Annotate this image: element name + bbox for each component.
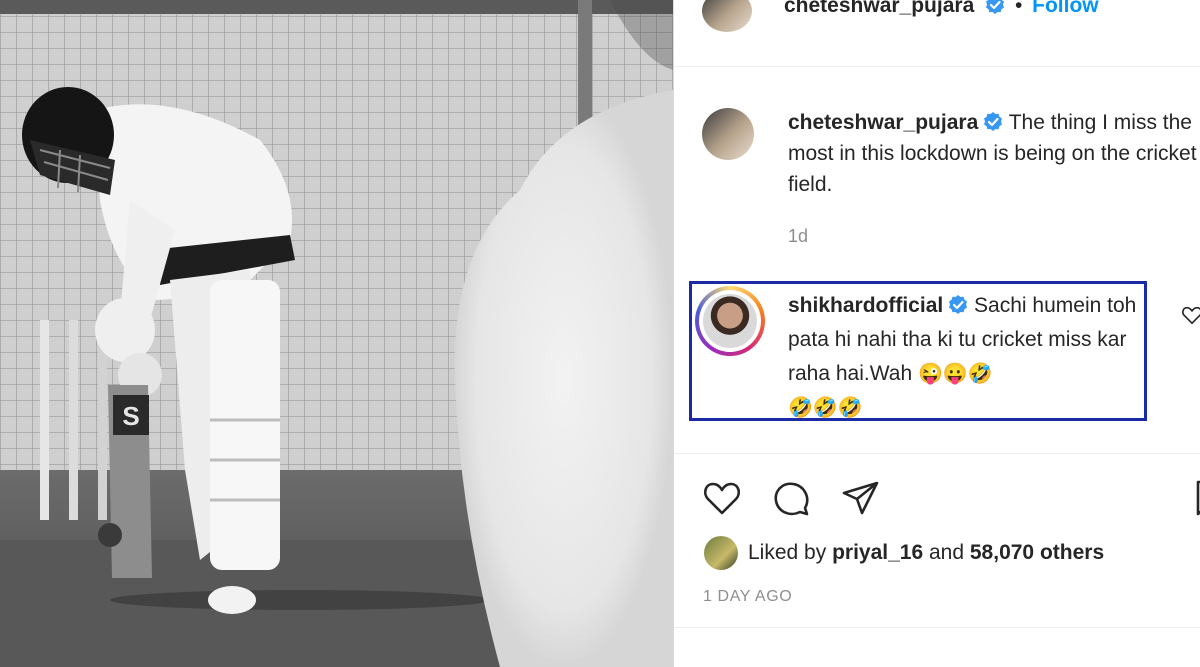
bookmark-icon[interactable] (1190, 478, 1200, 518)
verified-badge-icon (986, 0, 1005, 14)
caption-timestamp[interactable]: 1d (788, 226, 808, 247)
separator-dot: • (1014, 0, 1023, 17)
liker-username[interactable]: priyal_16 (832, 541, 923, 565)
likes-connector: and (928, 541, 965, 564)
comment: shikhardofficial Sachi humein toh pata h… (788, 289, 1138, 425)
divider (674, 627, 1200, 628)
post-timestamp[interactable]: 1 DAY AGO (703, 588, 792, 606)
svg-text:S: S (122, 401, 139, 431)
paper-plane-icon[interactable] (841, 478, 881, 518)
commenter-username[interactable]: shikhardofficial (788, 294, 943, 317)
author-avatar[interactable] (702, 0, 752, 32)
action-bar (674, 453, 1200, 544)
comment-emojis-1: 😜😛🤣 (917, 363, 993, 385)
comment-emojis-2: 🤣🤣🤣 (788, 397, 863, 419)
verified-badge-icon (949, 295, 968, 314)
post-header: cheteshwar_pujara • Follow (674, 0, 1200, 67)
likes-prefix: Liked by (748, 541, 827, 564)
post-caption: cheteshwar_pujara The thing I miss the m… (788, 107, 1198, 200)
author-username[interactable]: cheteshwar_pujara (784, 0, 974, 17)
liker-avatar[interactable] (704, 536, 738, 570)
follow-button[interactable]: Follow (1032, 0, 1099, 17)
post-photo[interactable]: S (0, 0, 673, 667)
likes-others-link[interactable]: 58,070 others (970, 541, 1104, 565)
likes-summary: Liked by priyal_16 and 58,070 others (704, 536, 1104, 570)
small-heart-icon[interactable] (1181, 305, 1200, 325)
header-user-line: cheteshwar_pujara • Follow (784, 0, 1099, 18)
heart-icon[interactable] (702, 478, 742, 518)
caption-avatar[interactable] (702, 108, 754, 160)
comment-bubble-icon[interactable] (771, 478, 811, 518)
verified-badge-icon (984, 112, 1003, 131)
commenter-avatar[interactable] (703, 294, 757, 348)
caption-username[interactable]: cheteshwar_pujara (788, 111, 978, 134)
cricket-net-photo: S (0, 0, 673, 667)
post-side-panel: cheteshwar_pujara • Follow cheteshwar_pu… (673, 0, 1200, 667)
